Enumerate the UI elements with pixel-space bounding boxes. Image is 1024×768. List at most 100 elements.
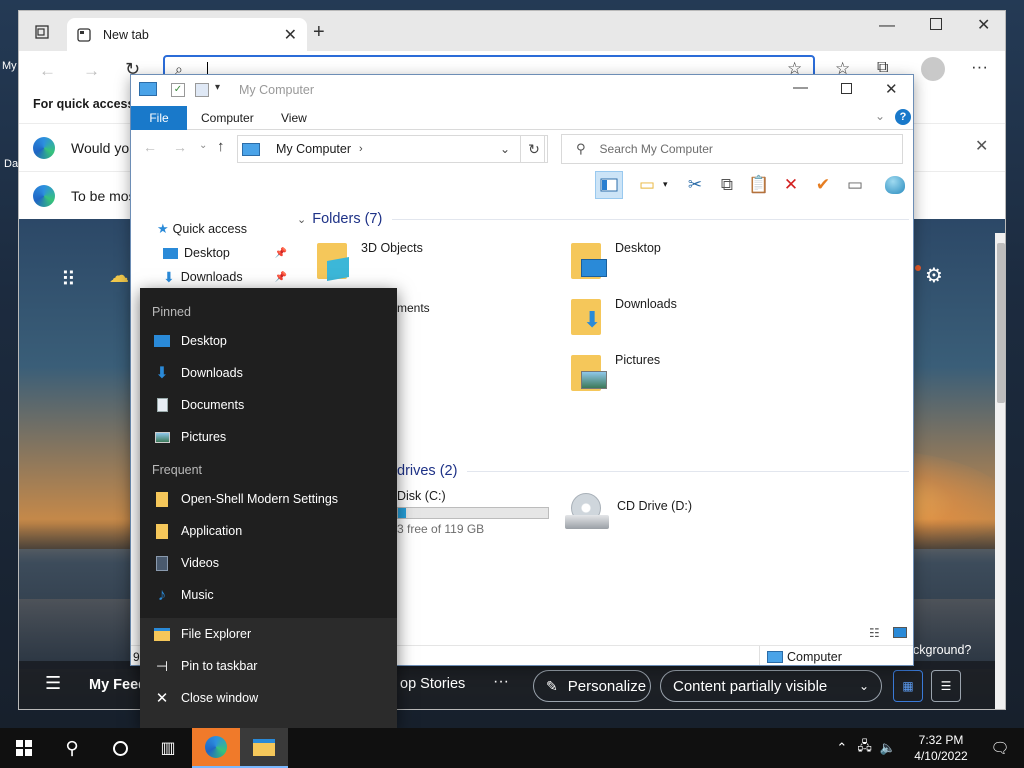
large-icons-view-icon[interactable] <box>893 627 907 638</box>
details-view-icon[interactable]: ☷ <box>869 626 880 640</box>
jumplist-pinned-downloads[interactable]: ⬇ Downloads <box>140 357 397 389</box>
clock[interactable]: 7:32 PM 4/10/2022 <box>906 732 976 764</box>
app-launcher-icon[interactable]: ⠿ <box>61 267 76 292</box>
tab-actions-icon[interactable] <box>33 23 51 41</box>
minimize-icon[interactable]: — <box>793 79 808 96</box>
start-button[interactable] <box>0 728 48 768</box>
volume-icon[interactable]: 🔈 <box>880 740 896 756</box>
tab-new-tab[interactable]: New tab ✕ <box>67 18 307 51</box>
menu-hamburger-icon[interactable]: ☰ <box>45 673 61 694</box>
recent-locations-icon[interactable]: ⌄ <box>199 140 207 151</box>
folder-item[interactable]: Pictures <box>569 351 660 391</box>
task-view-icon[interactable]: ▥ <box>144 728 192 768</box>
folder-item[interactable]: ⬇ Downloads <box>569 295 677 335</box>
my-feed-tab[interactable]: My Feed <box>89 677 147 693</box>
close-info-bar-icon[interactable]: ✕ <box>975 136 988 156</box>
personalize-button[interactable]: ✎ Personalize <box>533 670 651 702</box>
preview-pane-icon[interactable] <box>595 171 623 199</box>
jumplist-action-pin-to-taskbar[interactable]: ⊣ Pin to taskbar <box>140 650 397 682</box>
jumplist-frequent-open-shell-settings[interactable]: Open-Shell Modern Settings <box>140 483 397 515</box>
back-icon[interactable]: ← <box>143 139 157 155</box>
up-icon[interactable]: ↑ <box>217 138 225 155</box>
cut-icon[interactable]: ✂ <box>681 171 709 199</box>
pin-icon[interactable]: 📌 <box>275 272 287 283</box>
help-icon[interactable]: ? <box>895 109 911 125</box>
tab-computer[interactable]: Computer <box>201 111 254 125</box>
page-scrollbar[interactable] <box>995 233 1005 709</box>
delete-icon[interactable]: ✕ <box>777 171 805 199</box>
grid-view-icon[interactable]: ▦ <box>893 670 923 702</box>
checkmark-icon[interactable]: ✔ <box>809 171 837 199</box>
network-icon[interactable]: 🖧 <box>857 737 872 759</box>
back-icon[interactable]: ← <box>39 61 56 81</box>
new-tab-plus-icon[interactable]: + <box>313 21 325 44</box>
more-tabs-icon[interactable]: ··· <box>493 673 509 691</box>
jumplist-pinned-documents[interactable]: Documents <box>140 389 397 421</box>
content-visibility-dropdown[interactable]: Content partially visible ⌄ <box>660 670 882 702</box>
new-folder-icon[interactable]: ▭ <box>633 171 661 199</box>
taskbar-file-explorer-button[interactable] <box>240 728 288 768</box>
nav-quick-access[interactable]: ★ Quick access <box>157 217 247 241</box>
maximize-icon[interactable] <box>930 18 942 30</box>
properties-icon[interactable]: ✓ <box>171 83 185 97</box>
scroll-thumb[interactable] <box>997 243 1005 403</box>
taskbar-edge-button[interactable] <box>192 728 240 768</box>
ribbon-expand-icon[interactable]: ⌄ <box>875 109 885 123</box>
notifications-icon[interactable]: 🗨 <box>976 728 1024 768</box>
new-folder-icon[interactable] <box>195 83 209 97</box>
breadcrumb[interactable]: My Computer › ⌄ <box>237 135 545 163</box>
drive-d-item[interactable]: CD Drive (D:) <box>565 491 692 533</box>
quick-access-toolbar-dropdown-icon[interactable]: ▾ <box>215 82 220 93</box>
folder-name-partial[interactable]: ments <box>397 301 430 315</box>
jumplist-pinned-desktop[interactable]: Desktop <box>140 325 397 357</box>
search-box[interactable]: ⚲ Search My Computer <box>561 134 903 164</box>
jumplist-pinned-pictures[interactable]: Pictures <box>140 421 397 453</box>
folder-name: 3D Objects <box>361 241 423 255</box>
search-icon[interactable]: ⚲ <box>48 728 96 768</box>
breadcrumb-location[interactable]: My Computer <box>276 142 351 156</box>
dropdown-arrow-icon[interactable]: ▾ <box>663 179 668 190</box>
refresh-button[interactable]: ↻ <box>520 135 548 163</box>
rename-icon[interactable]: ▭ <box>841 171 869 199</box>
folder-item[interactable]: Desktop <box>569 239 661 279</box>
jumplist-frequent-music[interactable]: ♪ Music <box>140 579 397 611</box>
close-window-icon[interactable]: ✕ <box>977 15 990 35</box>
window-title: My Computer <box>239 83 315 97</box>
shell-icon[interactable] <box>881 171 909 199</box>
pin-icon[interactable]: 📌 <box>275 248 287 259</box>
drive-c-item[interactable]: Disk (C:) 3 free of 119 GB <box>397 489 553 536</box>
cortana-icon[interactable] <box>96 728 144 768</box>
jumplist-action-file-explorer[interactable]: File Explorer <box>140 618 397 650</box>
top-stories-tab[interactable]: op Stories <box>400 676 465 692</box>
list-view-icon[interactable]: ☰ <box>931 670 961 702</box>
edge-logo-icon <box>33 184 55 207</box>
profile-avatar[interactable] <box>921 57 945 81</box>
close-tab-icon[interactable]: ✕ <box>284 25 297 45</box>
background-question[interactable]: ckground? <box>913 643 971 657</box>
forward-icon[interactable]: → <box>83 61 100 81</box>
nav-desktop[interactable]: Desktop 📌 <box>163 241 287 265</box>
jumplist-frequent-application[interactable]: Application <box>140 515 397 547</box>
jumplist-item-label: Pin to taskbar <box>181 659 258 673</box>
maximize-icon[interactable] <box>841 83 852 94</box>
tab-file[interactable]: File <box>131 106 187 130</box>
forward-icon[interactable]: → <box>173 139 187 155</box>
chevron-right-icon[interactable]: › <box>359 143 363 155</box>
weather-icon[interactable]: ☁ <box>109 263 129 288</box>
paste-icon[interactable]: 📋 <box>745 171 773 199</box>
nav-downloads[interactable]: ⬇ Downloads 📌 <box>163 265 287 289</box>
drives-group-header[interactable]: drives (2) <box>397 463 909 479</box>
close-icon[interactable]: ✕ <box>885 80 898 98</box>
settings-gear-icon[interactable]: ⚙ <box>925 263 943 288</box>
drive-c-usage-fill <box>398 508 406 518</box>
minimize-icon[interactable]: — <box>879 17 895 35</box>
more-icon[interactable]: ··· <box>971 57 988 77</box>
jumplist-frequent-videos[interactable]: Videos <box>140 547 397 579</box>
folders-group-header[interactable]: ⌄ Folders (7) <box>297 211 909 227</box>
tab-view[interactable]: View <box>281 111 307 125</box>
jumplist-action-close-window[interactable]: ✕ Close window <box>140 682 397 714</box>
folder-item[interactable]: 3D Objects <box>315 239 423 281</box>
show-hidden-icons-icon[interactable]: ⌃ <box>836 740 847 756</box>
copy-icon[interactable]: ⧉ <box>713 171 741 199</box>
address-dropdown-icon[interactable]: ⌄ <box>500 142 510 156</box>
